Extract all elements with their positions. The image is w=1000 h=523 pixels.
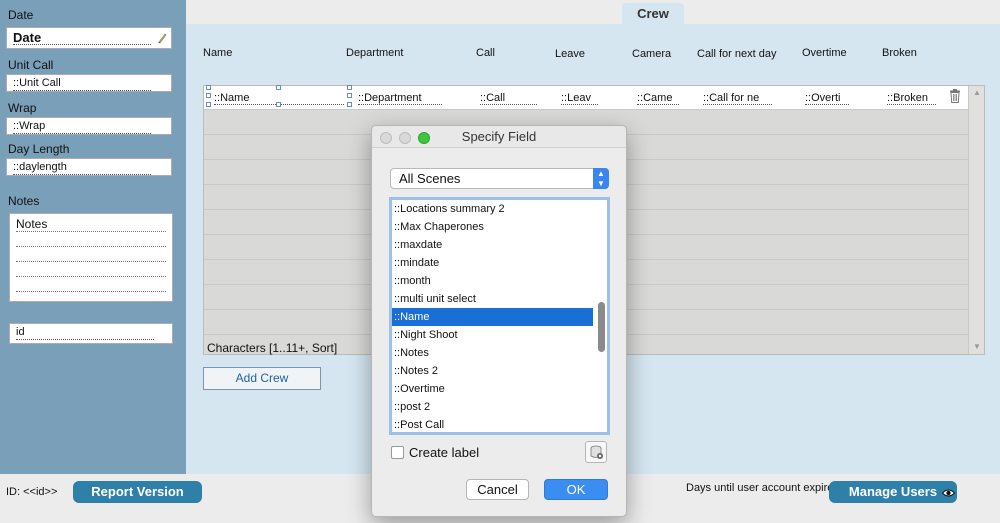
create-label-checkbox[interactable] bbox=[391, 446, 404, 459]
days-until-expire-label: Days until user account expire bbox=[686, 482, 834, 494]
unit-call-value: ::Unit Call bbox=[13, 77, 151, 91]
column-header-camera: Camera bbox=[632, 48, 672, 60]
chevron-updown-icon[interactable]: ▲ ▼ bbox=[593, 168, 609, 189]
id-field[interactable]: id bbox=[9, 323, 173, 344]
column-header-leave: Leave bbox=[555, 48, 585, 60]
cell-call[interactable]: ::Call bbox=[480, 92, 537, 105]
list-item-selected[interactable]: ::Name bbox=[392, 308, 593, 326]
wrap-label: Wrap bbox=[8, 101, 37, 115]
manage-database-button[interactable] bbox=[585, 441, 607, 463]
cell-leave[interactable]: ::Leav bbox=[561, 92, 598, 105]
list-item[interactable]: ::Notes bbox=[392, 344, 593, 362]
scope-select[interactable]: All Scenes ▲ ▼ bbox=[390, 168, 609, 189]
selection-handle[interactable] bbox=[276, 102, 281, 107]
unit-call-field[interactable]: ::Unit Call bbox=[6, 74, 172, 92]
pencil-icon[interactable] bbox=[157, 32, 167, 44]
column-header-broken: Broken bbox=[882, 47, 917, 59]
column-header-call-next-day: Call for next day bbox=[697, 48, 777, 60]
list-item[interactable]: ::Max Chaperones bbox=[392, 218, 593, 236]
list-item[interactable]: ::Night Shoot bbox=[392, 326, 593, 344]
notes-line bbox=[16, 232, 166, 247]
wrap-field[interactable]: ::Wrap bbox=[6, 117, 172, 135]
column-header-overtime: Overtime bbox=[802, 47, 847, 59]
list-item[interactable]: ::multi unit select bbox=[392, 290, 593, 308]
portal-scrollbar[interactable]: ▲ ▼ bbox=[968, 86, 984, 354]
selection-handle[interactable] bbox=[347, 102, 352, 107]
specify-field-dialog: Specify Field All Scenes ▲ ▼ ::Locations … bbox=[371, 125, 627, 517]
database-gear-icon bbox=[590, 445, 603, 459]
selection-handle[interactable] bbox=[347, 85, 352, 90]
scroll-up-arrow-icon[interactable]: ▲ bbox=[972, 88, 982, 98]
create-label-text: Create label bbox=[409, 445, 480, 460]
column-header-name: Name bbox=[203, 47, 233, 59]
list-item[interactable]: ::post 2 bbox=[392, 398, 593, 416]
selection-handle[interactable] bbox=[276, 85, 281, 90]
add-crew-button[interactable]: Add Crew bbox=[203, 367, 321, 390]
cell-camera[interactable]: ::Came bbox=[637, 92, 679, 105]
notes-value: Notes bbox=[16, 217, 166, 232]
cell-broken[interactable]: ::Broken bbox=[887, 92, 936, 105]
scroll-down-arrow-icon[interactable]: ▼ bbox=[972, 342, 982, 352]
day-length-value: ::daylength bbox=[13, 161, 151, 175]
column-header-call: Call bbox=[476, 47, 495, 59]
date-label: Date bbox=[8, 8, 34, 22]
day-length-field[interactable]: ::daylength bbox=[6, 158, 172, 176]
cell-call-next-day[interactable]: ::Call for ne bbox=[703, 92, 772, 105]
close-window-icon[interactable] bbox=[380, 132, 392, 144]
field-list[interactable]: ::Locations summary 2 ::Max Chaperones :… bbox=[389, 197, 610, 435]
notes-line bbox=[16, 262, 166, 277]
selection-handle[interactable] bbox=[206, 93, 211, 98]
report-version-button[interactable]: Report Version bbox=[73, 481, 202, 503]
notes-line bbox=[16, 277, 166, 292]
table-row[interactable]: ::Name ::Department ::Call ::Leav ::Came… bbox=[204, 86, 969, 110]
cancel-button[interactable]: Cancel bbox=[466, 479, 529, 500]
cell-department[interactable]: ::Department bbox=[358, 92, 442, 105]
notes-line bbox=[16, 247, 166, 262]
id-label: ID: <<id>> bbox=[6, 486, 58, 498]
id-value: id bbox=[16, 326, 154, 340]
trash-icon[interactable] bbox=[949, 89, 961, 103]
notes-label: Notes bbox=[8, 194, 40, 208]
selection-handle[interactable] bbox=[206, 102, 211, 107]
eye-icon[interactable] bbox=[942, 488, 955, 498]
list-item[interactable]: ::Overtime bbox=[392, 380, 593, 398]
list-scrollbar-thumb[interactable] bbox=[598, 302, 605, 352]
selection-handle[interactable] bbox=[206, 85, 211, 90]
selection-handle[interactable] bbox=[347, 93, 352, 98]
wrap-value: ::Wrap bbox=[13, 120, 151, 134]
list-item[interactable]: ::maxdate bbox=[392, 236, 593, 254]
list-item[interactable]: ::mindate bbox=[392, 254, 593, 272]
tab-crew[interactable]: Crew bbox=[622, 3, 684, 24]
minimize-window-icon[interactable] bbox=[399, 132, 411, 144]
list-item[interactable]: ::Locations summary 2 bbox=[392, 200, 593, 218]
unit-call-label: Unit Call bbox=[8, 58, 54, 72]
list-item[interactable]: ::Post Call bbox=[392, 416, 593, 432]
scope-select-value: All Scenes bbox=[399, 171, 461, 186]
date-field[interactable]: Date bbox=[6, 27, 172, 49]
list-item[interactable]: ::month bbox=[392, 272, 593, 290]
date-field-value: Date bbox=[13, 31, 151, 45]
list-item[interactable]: ::Notes 2 bbox=[392, 362, 593, 380]
manage-users-label: Manage Users bbox=[848, 484, 938, 499]
notes-field[interactable]: Notes bbox=[9, 213, 173, 302]
day-length-label: Day Length bbox=[8, 142, 70, 156]
zoom-window-icon[interactable] bbox=[418, 132, 430, 144]
column-header-department: Department bbox=[346, 47, 404, 59]
ok-button[interactable]: OK bbox=[544, 479, 608, 500]
sidebar: Date Date Unit Call ::Unit Call Wrap ::W… bbox=[0, 0, 186, 474]
cell-overtime[interactable]: ::Overti bbox=[805, 92, 849, 105]
portal-sort-info: Characters [1..11+, Sort] bbox=[207, 341, 338, 355]
manage-users-button[interactable]: Manage Users bbox=[829, 481, 957, 503]
